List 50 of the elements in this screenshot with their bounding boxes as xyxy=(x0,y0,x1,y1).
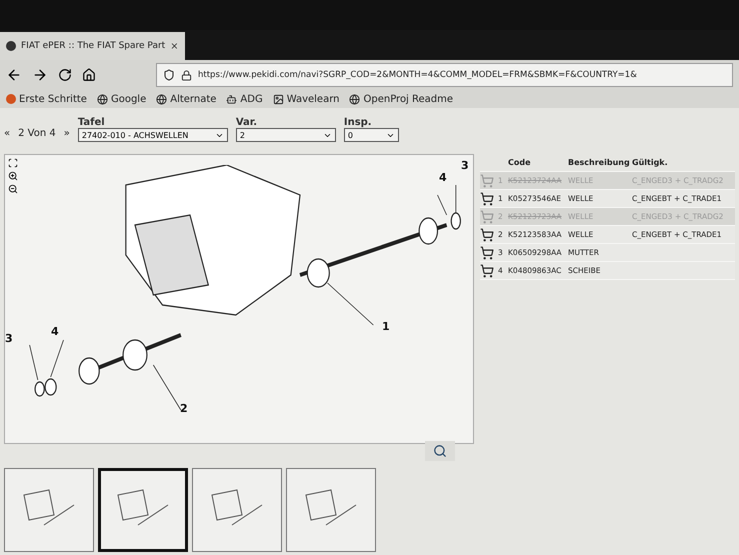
fit-icon[interactable] xyxy=(8,158,18,168)
add-to-cart-icon[interactable] xyxy=(480,246,494,260)
page-position: 2 Von 4 xyxy=(18,128,56,141)
callout-number: 4 xyxy=(439,171,447,184)
add-to-cart-icon[interactable] xyxy=(480,192,494,206)
zoom-out-icon[interactable] xyxy=(8,184,18,194)
thumbnail[interactable] xyxy=(4,468,94,552)
tab-title: FIAT ePER :: The FIAT Spare Part xyxy=(21,41,166,51)
field-label: Insp. xyxy=(344,117,373,128)
thumbnail[interactable] xyxy=(192,468,282,552)
column-header: Code xyxy=(508,158,531,167)
globe-icon xyxy=(156,94,168,104)
dropdown[interactable]: 27402-010 - ACHSWELLEN xyxy=(78,128,228,142)
callout-number: 1 xyxy=(382,320,390,333)
callout-number: 4 xyxy=(51,325,59,338)
search-icon xyxy=(433,444,447,458)
callout-number: 3 xyxy=(5,332,13,345)
address-bar[interactable]: https://www.pekidi.com/navi?SGRP_COD=2&MONTH=4&COMM_MODEL=FRM&SBMK=F&COUNTRY=1& xyxy=(156,63,733,87)
thumbnail[interactable] xyxy=(98,468,188,552)
previous-button[interactable]: « xyxy=(4,128,10,142)
site-icon xyxy=(6,41,16,51)
bookmark[interactable]: Wavelearn xyxy=(272,94,340,104)
add-to-cart-icon[interactable] xyxy=(480,228,494,242)
bookmark[interactable]: Google xyxy=(96,94,146,104)
field-label: Var. xyxy=(236,117,258,128)
dropdown[interactable]: 0 xyxy=(344,128,399,142)
globe-icon xyxy=(349,94,360,104)
field-label: Tafel xyxy=(78,117,106,128)
callout-number: 3 xyxy=(461,159,469,172)
column-header: Gültigk. xyxy=(632,158,668,167)
image-icon xyxy=(272,94,284,104)
forward-icon[interactable] xyxy=(32,67,48,83)
robot-icon xyxy=(226,94,238,104)
back-icon[interactable] xyxy=(6,67,22,83)
search-button[interactable] xyxy=(425,441,455,461)
bookmark[interactable]: Alternate xyxy=(156,94,216,104)
reload-icon[interactable] xyxy=(58,68,72,82)
browser-tab[interactable]: FIAT ePER :: The FIAT Spare Part xyxy=(0,32,185,60)
add-to-cart-icon[interactable] xyxy=(480,264,494,278)
zoom-in-icon[interactable] xyxy=(8,171,18,181)
bookmark[interactable]: ADG xyxy=(226,94,263,104)
home-icon[interactable] xyxy=(82,68,96,82)
thumbnail[interactable] xyxy=(286,468,376,552)
globe-icon xyxy=(96,94,108,104)
dropdown[interactable]: 2 xyxy=(236,128,336,142)
callout-number: 2 xyxy=(180,402,188,415)
bookmark[interactable]: OpenProj Readme xyxy=(349,94,454,104)
column-header: Beschreibung xyxy=(568,158,630,167)
next-button[interactable]: » xyxy=(64,128,70,142)
bookmark[interactable]: Erste Schritte xyxy=(6,94,87,104)
